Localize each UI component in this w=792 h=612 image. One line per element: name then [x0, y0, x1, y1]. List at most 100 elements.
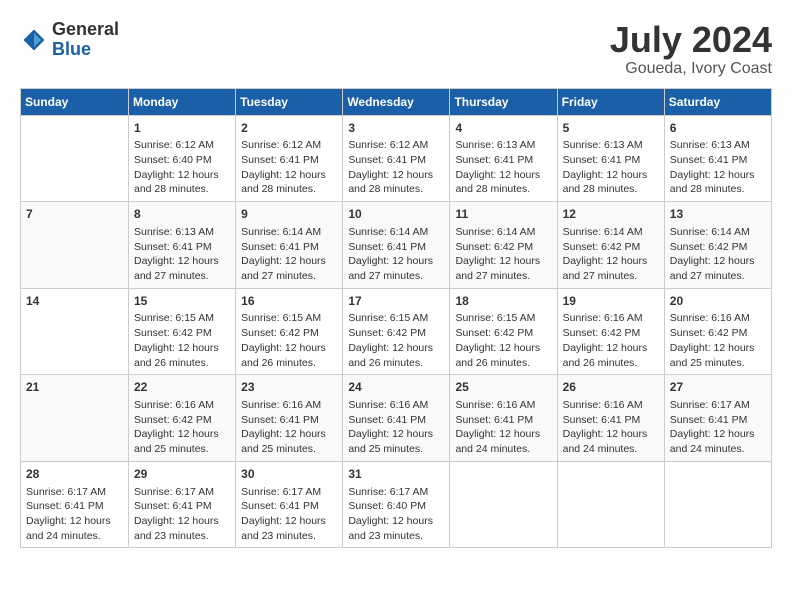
day-number: 16	[241, 293, 337, 310]
day-number: 26	[563, 379, 659, 396]
day-number: 28	[26, 466, 123, 483]
cell-info: Sunrise: 6:16 AMSunset: 6:41 PMDaylight:…	[563, 398, 659, 457]
calendar-cell: 17Sunrise: 6:15 AMSunset: 6:42 PMDayligh…	[343, 288, 450, 375]
cell-info: Sunrise: 6:13 AMSunset: 6:41 PMDaylight:…	[563, 138, 659, 197]
day-number: 22	[134, 379, 230, 396]
day-number: 15	[134, 293, 230, 310]
day-number: 2	[241, 120, 337, 137]
day-number: 19	[563, 293, 659, 310]
day-number: 21	[26, 379, 123, 396]
day-number: 13	[670, 206, 766, 223]
calendar-cell: 8 Sunrise: 6:13 AMSunset: 6:41 PMDaylight…	[129, 202, 236, 289]
calendar-table: Sunday Monday Tuesday Wednesday Thursday…	[20, 88, 772, 549]
calendar-cell: 14	[21, 288, 129, 375]
location-title: Goueda, Ivory Coast	[610, 60, 772, 78]
calendar-cell: 27 Sunrise: 6:17 AMSunset: 6:41 PMDayligh…	[664, 375, 771, 462]
day-number: 14	[26, 293, 123, 310]
calendar-cell: 1Sunrise: 6:12 AMSunset: 6:40 PMDaylight…	[129, 115, 236, 202]
cell-info: Sunrise: 6:17 AMSunset: 6:41 PMDaylight:…	[241, 485, 337, 544]
calendar-cell: 4Sunrise: 6:13 AMSunset: 6:41 PMDaylight…	[450, 115, 557, 202]
calendar-header: Sunday Monday Tuesday Wednesday Thursday…	[21, 88, 772, 115]
calendar-cell: 22 Sunrise: 6:16 AMSunset: 6:42 PMDayligh…	[129, 375, 236, 462]
calendar-cell	[21, 115, 129, 202]
day-number: 6	[670, 120, 766, 137]
day-number: 9	[241, 206, 337, 223]
calendar-cell: 11 Sunrise: 6:14 AMSunset: 6:42 PMDayligh…	[450, 202, 557, 289]
header-saturday: Saturday	[664, 88, 771, 115]
day-number: 5	[563, 120, 659, 137]
calendar-cell: 21	[21, 375, 129, 462]
calendar-cell: 5Sunrise: 6:13 AMSunset: 6:41 PMDaylight…	[557, 115, 664, 202]
calendar-cell: 29 Sunrise: 6:17 AMSunset: 6:41 PMDayligh…	[129, 461, 236, 548]
day-number: 1	[134, 120, 230, 137]
cell-info: Sunrise: 6:17 AMSunset: 6:41 PMDaylight:…	[26, 485, 123, 544]
calendar-cell: 25 Sunrise: 6:16 AMSunset: 6:41 PMDayligh…	[450, 375, 557, 462]
day-number: 30	[241, 466, 337, 483]
calendar-cell: 2Sunrise: 6:12 AMSunset: 6:41 PMDaylight…	[236, 115, 343, 202]
calendar-cell	[664, 461, 771, 548]
header-friday: Friday	[557, 88, 664, 115]
logo-icon	[20, 26, 48, 54]
calendar-cell: 9Sunrise: 6:14 AMSunset: 6:41 PMDaylight…	[236, 202, 343, 289]
calendar-cell: 30 Sunrise: 6:17 AMSunset: 6:41 PMDayligh…	[236, 461, 343, 548]
cell-info: Sunrise: 6:16 AMSunset: 6:42 PMDaylight:…	[563, 311, 659, 370]
cell-info: Sunrise: 6:17 AMSunset: 6:41 PMDaylight:…	[134, 485, 230, 544]
day-number: 29	[134, 466, 230, 483]
cell-info: Sunrise: 6:16 AMSunset: 6:41 PMDaylight:…	[455, 398, 551, 457]
cell-info: Sunrise: 6:12 AMSunset: 6:40 PMDaylight:…	[134, 138, 230, 197]
calendar-week-row: 28 Sunrise: 6:17 AMSunset: 6:41 PMDayligh…	[21, 461, 772, 548]
day-number: 4	[455, 120, 551, 137]
cell-info: Sunrise: 6:14 AMSunset: 6:41 PMDaylight:…	[348, 225, 444, 284]
calendar-cell: 7	[21, 202, 129, 289]
day-number: 12	[563, 206, 659, 223]
logo: General Blue	[20, 20, 119, 60]
cell-info: Sunrise: 6:16 AMSunset: 6:41 PMDaylight:…	[348, 398, 444, 457]
calendar-cell: 23 Sunrise: 6:16 AMSunset: 6:41 PMDayligh…	[236, 375, 343, 462]
calendar-cell: 3Sunrise: 6:12 AMSunset: 6:41 PMDaylight…	[343, 115, 450, 202]
cell-info: Sunrise: 6:15 AMSunset: 6:42 PMDaylight:…	[348, 311, 444, 370]
cell-info: Sunrise: 6:17 AMSunset: 6:41 PMDaylight:…	[670, 398, 766, 457]
header-thursday: Thursday	[450, 88, 557, 115]
day-number: 23	[241, 379, 337, 396]
calendar-cell: 13 Sunrise: 6:14 AMSunset: 6:42 PMDayligh…	[664, 202, 771, 289]
day-number: 11	[455, 206, 551, 223]
header-row: Sunday Monday Tuesday Wednesday Thursday…	[21, 88, 772, 115]
cell-info: Sunrise: 6:13 AMSunset: 6:41 PMDaylight:…	[670, 138, 766, 197]
day-number: 25	[455, 379, 551, 396]
cell-info: Sunrise: 6:12 AMSunset: 6:41 PMDaylight:…	[241, 138, 337, 197]
day-number: 24	[348, 379, 444, 396]
day-number: 3	[348, 120, 444, 137]
cell-info: Sunrise: 6:15 AMSunset: 6:42 PMDaylight:…	[455, 311, 551, 370]
day-number: 7	[26, 206, 123, 223]
calendar-cell: 26 Sunrise: 6:16 AMSunset: 6:41 PMDayligh…	[557, 375, 664, 462]
day-number: 8	[134, 206, 230, 223]
title-section: July 2024 Goueda, Ivory Coast	[610, 20, 772, 78]
cell-info: Sunrise: 6:16 AMSunset: 6:42 PMDaylight:…	[134, 398, 230, 457]
header-sunday: Sunday	[21, 88, 129, 115]
calendar-cell: 31Sunrise: 6:17 AMSunset: 6:40 PMDayligh…	[343, 461, 450, 548]
day-number: 10	[348, 206, 444, 223]
calendar-cell: 12 Sunrise: 6:14 AMSunset: 6:42 PMDayligh…	[557, 202, 664, 289]
calendar-week-row: 1415Sunrise: 6:15 AMSunset: 6:42 PMDayli…	[21, 288, 772, 375]
cell-info: Sunrise: 6:13 AMSunset: 6:41 PMDaylight:…	[134, 225, 230, 284]
cell-info: Sunrise: 6:15 AMSunset: 6:42 PMDaylight:…	[241, 311, 337, 370]
cell-info: Sunrise: 6:15 AMSunset: 6:42 PMDaylight:…	[134, 311, 230, 370]
calendar-week-row: 78 Sunrise: 6:13 AMSunset: 6:41 PMDayligh…	[21, 202, 772, 289]
cell-info: Sunrise: 6:12 AMSunset: 6:41 PMDaylight:…	[348, 138, 444, 197]
day-number: 18	[455, 293, 551, 310]
cell-info: Sunrise: 6:14 AMSunset: 6:42 PMDaylight:…	[455, 225, 551, 284]
calendar-cell: 16Sunrise: 6:15 AMSunset: 6:42 PMDayligh…	[236, 288, 343, 375]
logo-blue-text: Blue	[52, 39, 91, 59]
header-tuesday: Tuesday	[236, 88, 343, 115]
day-number: 27	[670, 379, 766, 396]
calendar-cell: 10 Sunrise: 6:14 AMSunset: 6:41 PMDayligh…	[343, 202, 450, 289]
cell-info: Sunrise: 6:14 AMSunset: 6:42 PMDaylight:…	[563, 225, 659, 284]
calendar-cell: 28 Sunrise: 6:17 AMSunset: 6:41 PMDayligh…	[21, 461, 129, 548]
header-wednesday: Wednesday	[343, 88, 450, 115]
cell-info: Sunrise: 6:14 AMSunset: 6:42 PMDaylight:…	[670, 225, 766, 284]
cell-info: Sunrise: 6:16 AMSunset: 6:41 PMDaylight:…	[241, 398, 337, 457]
month-title: July 2024	[610, 20, 772, 60]
header-monday: Monday	[129, 88, 236, 115]
day-number: 20	[670, 293, 766, 310]
calendar-cell	[557, 461, 664, 548]
